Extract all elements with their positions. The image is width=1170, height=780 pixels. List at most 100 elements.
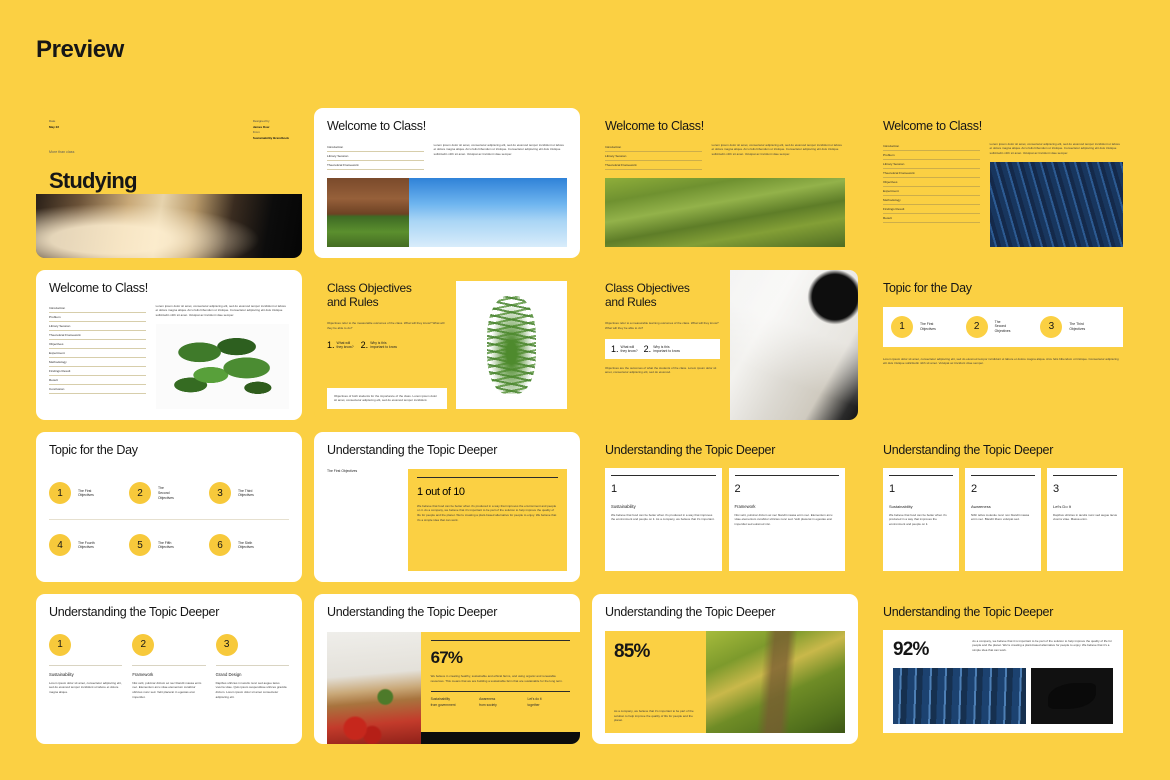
step-label: The First Objectives: [78, 489, 94, 498]
column-body: Nisi velit, pulvinar dictum ac nec bland…: [132, 681, 205, 700]
stat-footer-item: Sustainability from government: [431, 697, 473, 708]
column-number: 2: [735, 483, 840, 495]
slide-thumbnail-objectives-7[interactable]: Class Objectives and Rules Objectives re…: [592, 270, 858, 420]
list-item: Library Session: [883, 160, 980, 169]
slide-thumbnail-deeper-3col[interactable]: Understanding the Topic Deeper 1 Sustain…: [870, 432, 1136, 582]
slide-heading: Welcome to Class!: [883, 119, 1123, 134]
slide-heading: Understanding the Topic Deeper: [883, 605, 1123, 620]
column-heading: Sustainability: [611, 504, 716, 509]
slide-thumbnail-topic-6[interactable]: Topic for the Day 1 The First Objectives…: [36, 432, 302, 582]
slide-body: Lorem ipsum dolor sit amet, consectetur …: [156, 304, 289, 318]
step-label: The Third Objectives: [1069, 322, 1085, 331]
column-number: 1: [889, 483, 953, 495]
plant-leaves-photo: [156, 324, 289, 409]
objective-item: 6 The Sixth Objectives: [209, 534, 289, 556]
list-item: Problem: [883, 151, 980, 160]
info-column: 2 Awareness Nibh tellus molestie nunc no…: [965, 468, 1041, 571]
list-item: Experiment: [49, 349, 146, 358]
objective-label: Why is this important to know: [653, 345, 680, 354]
step-circle-1: 1: [891, 316, 913, 338]
slide-heading: Welcome to Class!: [327, 119, 567, 134]
list-item: Library Session: [605, 152, 702, 161]
list-item: Result: [49, 376, 146, 385]
slide-thumbnail-welcome-4[interactable]: Welcome to Class! Introduction Problem L…: [870, 108, 1136, 258]
objective-label: Why is this important to know: [370, 341, 397, 350]
objective-label: What will they know?: [621, 345, 638, 354]
step-circle-3: 3: [1040, 316, 1062, 338]
desk-study-photo: [36, 194, 302, 258]
info-column: 2 Framework Nisi velit, pulvinar dictum …: [729, 468, 846, 571]
slide-body: As a company, we believe that it is impo…: [972, 639, 1113, 653]
slide-thumbnail-topic-3[interactable]: Topic for the Day 1 The First Objectives…: [870, 270, 1136, 420]
list-item: Conclusion: [49, 385, 146, 394]
slide-thumbnail-welcome-5[interactable]: Welcome to Class! Introduction Problem L…: [36, 270, 302, 420]
info-column: 1 Sustainability Lorem ipsum dolor sit a…: [49, 634, 122, 733]
list-item: Findings Result: [883, 205, 980, 214]
slide-thumbnail-deeper-circles3[interactable]: Understanding the Topic Deeper 1 Sustain…: [36, 594, 302, 744]
slide-thumbnail-deeper-67[interactable]: Understanding the Topic Deeper 67% We be…: [314, 594, 580, 744]
slide-body: Lorem ipsum dolor sit amet, consectetur …: [712, 143, 845, 170]
stat-footer-item: Awareness from society: [479, 697, 521, 708]
step-circle-6: 6: [209, 534, 231, 556]
step-label: The Second Objectives: [995, 320, 1011, 334]
title-meta-right: Designed by James Dow From Sustainabilit…: [253, 119, 289, 142]
slide-heading: Understanding the Topic Deeper: [327, 605, 567, 620]
slide-body: Lorem ipsum dolor sit amet, consectetur …: [434, 143, 567, 170]
list-item: Introduction: [327, 143, 424, 152]
info-column: 1 Sustainability We believe that food ca…: [883, 468, 959, 571]
slide-thumbnail-objectives-6[interactable]: Class Objectives and Rules Objectives re…: [314, 270, 580, 420]
slide-heading: Understanding the Topic Deeper: [605, 605, 845, 620]
slide-note: Objectives of both students for the impo…: [334, 394, 440, 403]
objective-number: 1.: [611, 344, 619, 354]
agenda-list: Introduction Library Session Theoretical…: [605, 143, 702, 170]
slide-heading: Understanding the Topic Deeper: [327, 443, 567, 458]
slide-thumbnail-welcome-2[interactable]: Welcome to Class! Introduction Library S…: [314, 108, 580, 258]
slide-thumbnail-deeper-2col[interactable]: Understanding the Topic Deeper 1 Sustain…: [592, 432, 858, 582]
slide-grid: Date May 22 Designed by James Dow From S…: [36, 108, 1136, 744]
list-item: Library Session: [327, 152, 424, 161]
column-heading: Framework: [735, 504, 840, 509]
column-body: Lorem ipsum dolor sit amet, consectetur …: [49, 681, 122, 695]
info-column: 3 Grand Design Dapibus ultricies in iacu…: [216, 634, 289, 733]
solar-farm-photo: [893, 668, 1026, 724]
step-label: The First Objectives: [920, 322, 936, 331]
list-item: Introduction: [605, 143, 702, 152]
slide-thumbnail-welcome-3[interactable]: Welcome to Class! Introduction Library S…: [592, 108, 858, 258]
objective-item: 2 The Second Objectives: [966, 316, 1041, 338]
column-body: We believe that food can be better when …: [611, 513, 716, 522]
slide-thumbnail-deeper-92[interactable]: Understanding the Topic Deeper 92% As a …: [870, 594, 1136, 744]
step-circle-4: 4: [49, 534, 71, 556]
slide-thumbnail-deeper-85[interactable]: Understanding the Topic Deeper 85% As a …: [592, 594, 858, 744]
list-item: Theoretical Framework: [883, 169, 980, 178]
step-circle-1: 1: [49, 634, 71, 656]
column-heading: Sustainability: [49, 672, 122, 677]
leaf-fern-photo: [456, 281, 567, 409]
column-body: Dapibus ultricies in iaculis nunc sed au…: [216, 681, 289, 700]
slide-subtitle: The First Objectives: [327, 469, 398, 571]
slide-thumbnail-title[interactable]: Date May 22 Designed by James Dow From S…: [36, 108, 302, 258]
green-field-photo: [605, 178, 845, 247]
objective-item: 4 The Fourth Objectives: [49, 534, 129, 556]
meta-designer: James Dow: [253, 125, 270, 129]
column-body: We believe that food can be better when …: [889, 513, 953, 527]
column-number: 3: [1053, 483, 1117, 495]
slide-body: As a company, we believe that it's impor…: [614, 709, 697, 723]
slide-thumbnail-deeper-1of10[interactable]: Understanding the Topic Deeper The First…: [314, 432, 580, 582]
slide-body: Objectives refer to the measurable outco…: [327, 321, 447, 330]
slide-heading: Class Objectives and Rules: [327, 281, 447, 309]
step-circle-2: 2: [132, 634, 154, 656]
step-circle-2: 2: [129, 482, 151, 504]
info-column: 3 Let's Do It Dapibus ultricies in iacul…: [1047, 468, 1123, 571]
column-heading: Framework: [132, 672, 205, 677]
objective-number: 2.: [644, 344, 652, 354]
tree-hand-photo: [706, 631, 845, 733]
slide-heading: Welcome to Class!: [49, 281, 289, 296]
stat-value: 92%: [893, 639, 962, 661]
column-body: Nibh tellus molestie nunc non blandit ma…: [971, 513, 1035, 522]
step-label: The Sixth Objectives: [238, 541, 254, 550]
column-heading: Awareness: [971, 504, 1035, 509]
objective-label: What will they know?: [337, 341, 354, 350]
list-item: Introduction: [883, 142, 980, 151]
sky-clouds-photo: [409, 178, 567, 247]
bird-silhouette-photo: [1031, 668, 1113, 724]
